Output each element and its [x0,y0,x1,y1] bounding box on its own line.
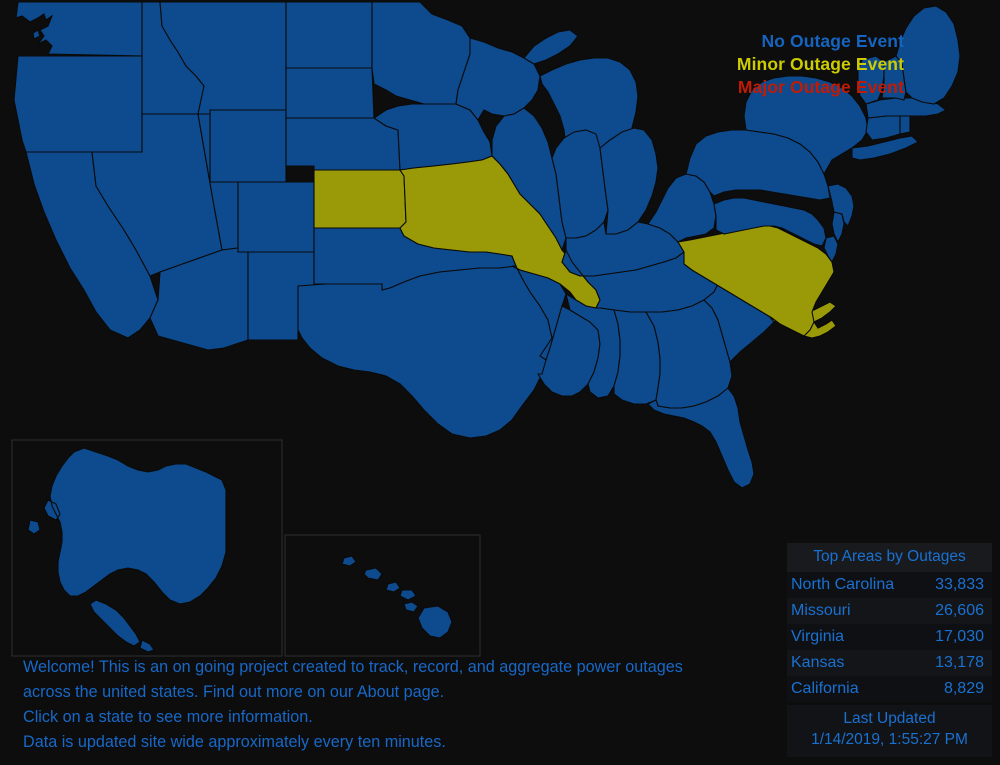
table-row[interactable]: California 8,829 [787,676,992,702]
state-rhode-island[interactable] [900,116,910,134]
area-name: Missouri [791,602,851,619]
welcome-line-2: across the united states. Find out more … [23,682,445,701]
state-south-dakota[interactable] [286,68,374,118]
welcome-text: Welcome! This is an on going project cre… [23,655,683,755]
state-washington[interactable] [16,2,142,56]
last-updated-timestamp: 1/14/2019, 1:55:27 PM [811,730,968,748]
area-value: 33,833 [935,576,984,593]
state-wyoming[interactable] [210,110,286,182]
welcome-line-4: Data is updated site wide approximately … [23,732,446,751]
outage-map-page: No Outage Event Minor Outage Event Major… [0,0,1000,765]
legend-item-no-outage: No Outage Event [761,31,904,51]
state-oregon[interactable] [14,56,142,152]
map-legend: No Outage Event Minor Outage Event Major… [737,30,904,99]
table-row[interactable]: North Carolina 33,833 [787,572,992,598]
legend-item-minor-outage: Minor Outage Event [736,54,904,75]
area-name: California [791,680,859,697]
state-texas[interactable] [298,266,552,438]
area-value: 8,829 [943,680,984,697]
state-north-dakota[interactable] [286,2,372,68]
area-name: Kansas [791,654,845,671]
state-minnesota[interactable] [372,2,470,104]
welcome-line-1: Welcome! This is an on going project cre… [23,657,683,676]
top-areas-title: Top Areas by Outages [787,543,992,572]
state-maine[interactable] [896,6,960,104]
state-connecticut[interactable] [866,116,900,140]
state-ohio[interactable] [600,128,658,234]
area-value: 13,178 [935,654,984,671]
hawaii-inset-box [284,534,481,657]
top-areas-panel: Top Areas by Outages North Carolina 33,8… [787,543,992,757]
last-updated-label: Last Updated [843,710,936,727]
area-name: North Carolina [791,576,895,593]
state-nebraska[interactable] [286,118,400,170]
area-name: Virginia [791,628,845,645]
area-value: 17,030 [935,628,984,645]
state-colorado[interactable] [238,182,314,252]
welcome-line-3: Click on a state to see more information… [23,707,313,726]
table-row[interactable]: Missouri 26,606 [787,598,992,624]
state-hawaii[interactable] [342,556,452,638]
table-row[interactable]: Virginia 17,030 [787,624,992,650]
table-row[interactable]: Kansas 13,178 [787,650,992,676]
area-value: 26,606 [935,602,984,619]
legend-item-major-outage: Major Outage Event [737,77,904,98]
last-updated-block: Last Updated 1/14/2019, 1:55:27 PM [787,705,992,757]
state-alaska[interactable] [28,448,226,652]
state-kansas[interactable] [314,170,406,228]
